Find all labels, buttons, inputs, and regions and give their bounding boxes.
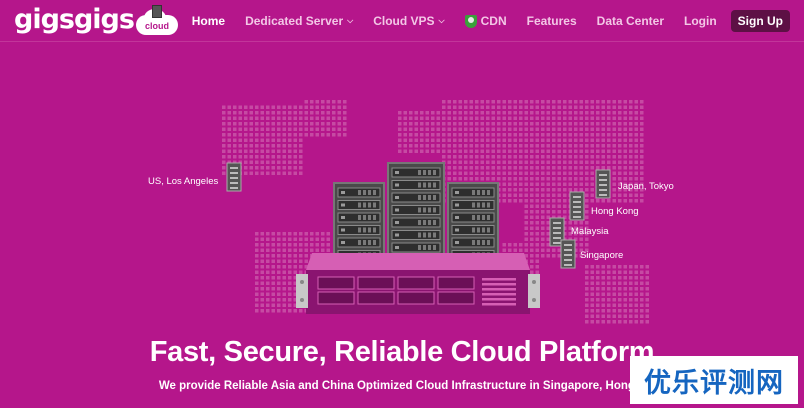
brand-logo[interactable]: gigsgigs cloud [14,5,178,35]
nav-data-center[interactable]: Data Center [587,14,674,28]
location-label-singapore: Singapore [580,250,624,261]
nav-features-label: Features [526,14,577,28]
nav-login-label: Login [684,14,717,28]
location-label-los-angeles: US, Los Angeles [148,176,219,187]
nav-data-center-label: Data Center [596,14,665,28]
main-server-unit [296,253,540,314]
chevron-down-icon: ⌵ [438,16,445,25]
nav-cloud-vps[interactable]: Cloud VPS ⌵ [363,14,454,28]
watermark-text: 优乐评测网 [644,367,784,399]
location-label-tokyo: Japan, Tokyo [618,181,674,192]
nav-dedicated-server-label: Dedicated Server [245,14,344,28]
chevron-down-icon: ⌵ [347,16,354,25]
nav-home-label: Home [191,14,226,28]
nav-dedicated-server[interactable]: Dedicated Server ⌵ [235,14,363,28]
hero-section: US, Los Angeles Japan, Tokyo Hong Kong M… [0,0,804,408]
nav-login[interactable]: Login [674,14,727,28]
cloud-badge-icon: cloud [135,5,178,35]
watermark-logo: 优乐评测网 [630,356,798,404]
location-label-malaysia: Malaysia [571,226,609,237]
nav-cloud-vps-label: Cloud VPS [373,14,435,28]
shield-icon [464,14,477,28]
nav-features[interactable]: Features [517,14,587,28]
nav-home[interactable]: Home [182,14,235,28]
nav-cdn-label: CDN [480,14,507,28]
cloud-badge-text: cloud [144,21,169,31]
logo-wordmark: gigsgigs [14,4,135,35]
top-navbar: gigsgigs cloud Home Dedicated Server ⌵ Cl… [0,0,804,42]
main-menu: Home Dedicated Server ⌵ Cloud VPS ⌵ CDN Fe… [182,0,790,42]
location-label-hong-kong: Hong Kong [591,206,639,217]
signup-button[interactable]: Sign Up [730,10,790,32]
nav-cdn[interactable]: CDN [455,14,517,28]
